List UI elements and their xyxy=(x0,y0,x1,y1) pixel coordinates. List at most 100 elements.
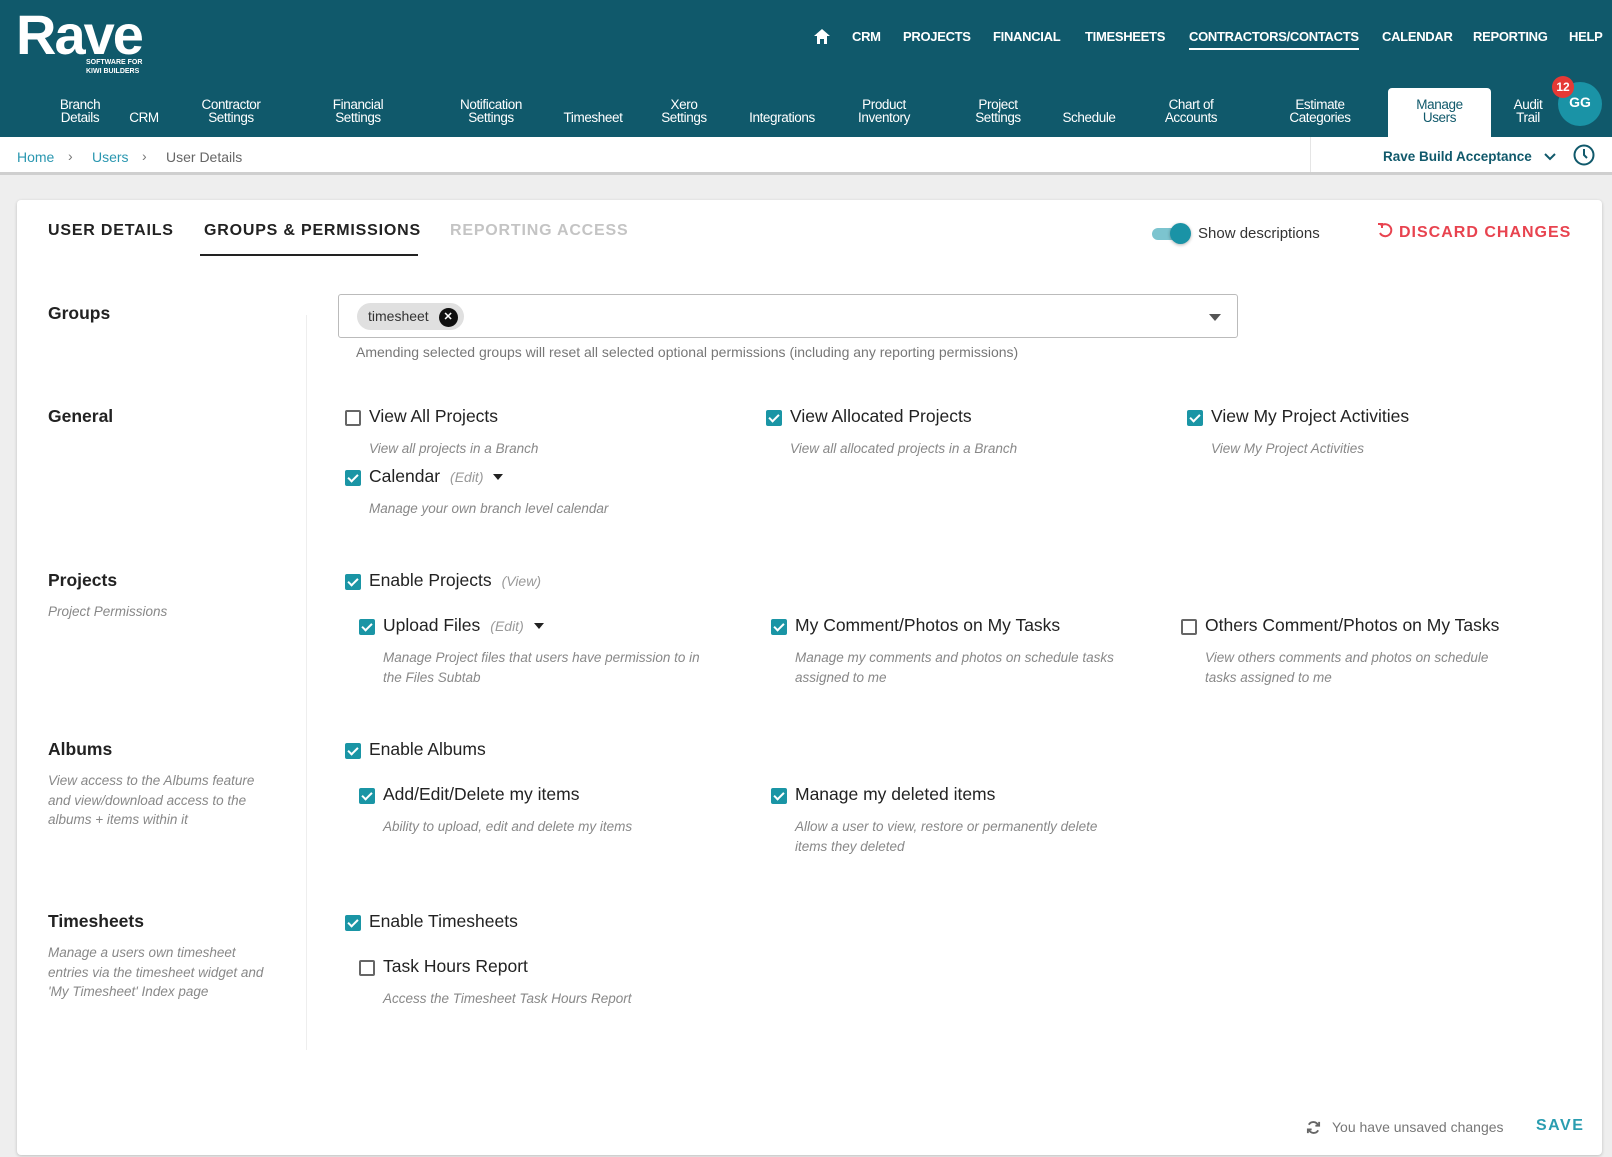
tab-user-details[interactable]: USER DETAILS xyxy=(48,222,174,240)
breadcrumb-separator: › xyxy=(142,148,147,164)
tab-groups-permissions[interactable]: GROUPS & PERMISSIONS xyxy=(204,222,421,240)
dropdown-arrow-icon[interactable] xyxy=(1209,314,1221,321)
branch-selector[interactable]: Rave Build Acceptance xyxy=(1383,149,1556,164)
undo-icon xyxy=(1378,223,1393,238)
topnav-calendar[interactable]: CALENDAR xyxy=(1382,29,1453,44)
section-albums-title: Albums xyxy=(48,739,113,759)
subnav-contractor-settings[interactable]: Contractor Settings xyxy=(193,98,269,125)
permission-description: Manage your own branch level calendar xyxy=(369,501,609,516)
topnav-timesheets[interactable]: TIMESHEETS xyxy=(1085,29,1165,44)
permission-label: Enable Projects xyxy=(369,570,492,590)
task-hours-permission: Task Hours Report xyxy=(383,956,528,977)
subnav-financial-settings[interactable]: Financial Settings xyxy=(322,98,394,125)
discard-label: DISCARD CHANGES xyxy=(1399,224,1572,241)
tab-reporting-access[interactable]: REPORTING ACCESS xyxy=(450,222,628,240)
branch-name: Rave Build Acceptance xyxy=(1383,149,1532,164)
view-all-checkbox[interactable] xyxy=(345,410,361,426)
enable-checkbox[interactable] xyxy=(345,574,361,590)
logo-tagline: SOFTWARE FOR KIWI BUILDERS xyxy=(86,59,143,75)
column-divider xyxy=(306,315,307,1050)
chip-remove-icon[interactable]: ✕ xyxy=(438,308,458,327)
subnav-product-inventory[interactable]: Product Inventory xyxy=(848,98,920,125)
subnav-crm[interactable]: CRM xyxy=(124,98,164,125)
calendar-checkbox[interactable] xyxy=(345,470,361,486)
subnav-schedule[interactable]: Schedule xyxy=(1054,98,1124,125)
topnav-reporting[interactable]: REPORTING xyxy=(1473,29,1548,44)
permission-hint[interactable]: (View) xyxy=(502,573,541,589)
subnav-manage-users[interactable]: Manage Users xyxy=(1388,88,1491,137)
enable-checkbox[interactable] xyxy=(345,915,361,931)
permission-label: My Comment/Photos on My Tasks xyxy=(795,615,1061,635)
discard-changes-button[interactable]: DISCARD CHANGES xyxy=(1377,223,1571,242)
topnav-projects[interactable]: PROJECTS xyxy=(903,29,971,44)
breadcrumb-home[interactable]: Home xyxy=(17,149,54,165)
notification-badge[interactable]: 12 xyxy=(1552,76,1574,98)
deleted-permission: Manage my deleted items xyxy=(795,784,995,805)
home-icon[interactable] xyxy=(813,28,831,45)
permission-dropdown-caret-icon[interactable] xyxy=(533,623,544,630)
subnav-label: Settings xyxy=(208,110,254,125)
section-timesheets-description: Manage a users own timesheet entries via… xyxy=(48,945,264,999)
permission-dropdown-caret-icon[interactable] xyxy=(493,474,504,481)
section-timesheets-title: Timesheets xyxy=(48,911,144,931)
permission-description: View others comments and photos on sched… xyxy=(1205,650,1489,685)
view-activities-checkbox[interactable] xyxy=(1187,410,1203,426)
history-clock-icon[interactable] xyxy=(1572,143,1596,167)
view-activities-permission: View My Project Activities xyxy=(1211,406,1409,427)
permission-description: Access the Timesheet Task Hours Report xyxy=(383,991,632,1006)
show-descriptions-toggle[interactable] xyxy=(1152,223,1191,244)
breadcrumb-bar: Home › Users › User Details Rave Build A… xyxy=(0,137,1612,175)
subnav-label: Settings xyxy=(335,110,381,125)
subnav-label: Schedule xyxy=(1062,110,1116,125)
sync-icon xyxy=(1306,1121,1321,1134)
permission-description: View My Project Activities xyxy=(1211,441,1365,456)
subnav-label: Accounts xyxy=(1164,110,1218,125)
section-albums-description: View access to the Albums feature and vi… xyxy=(48,773,255,827)
section-projects-description: Project Permissions xyxy=(48,604,168,619)
subnav-label: Integrations xyxy=(749,110,815,125)
topnav-crm[interactable]: CRM xyxy=(852,29,881,44)
topnav-help[interactable]: HELP xyxy=(1569,29,1603,44)
permission-label: Enable Albums xyxy=(369,739,486,759)
topnav-contractors-contacts[interactable]: CONTRACTORS/CONTACTS xyxy=(1189,29,1359,50)
topnav-financial[interactable]: FINANCIAL xyxy=(993,29,1061,44)
others-comments-checkbox[interactable] xyxy=(1181,619,1197,635)
chip-label: timesheet xyxy=(368,308,429,324)
deleted-checkbox[interactable] xyxy=(771,788,787,804)
subnav-label: CRM xyxy=(129,110,159,125)
subnav-estimate-categories[interactable]: Estimate Categories xyxy=(1280,98,1360,125)
task-hours-checkbox[interactable] xyxy=(359,960,375,976)
my-comments-permission: My Comment/Photos on My Tasks xyxy=(795,615,1060,636)
upload-permission: Upload Files (Edit) xyxy=(383,615,544,636)
subnav-label: Categories xyxy=(1289,110,1351,125)
permission-hint[interactable]: (Edit) xyxy=(450,469,483,485)
subnav-xero-settings[interactable]: Xero Settings xyxy=(652,98,716,125)
subnav-integrations[interactable]: Integrations xyxy=(736,98,828,125)
subnav-chart-of-accounts[interactable]: Chart of Accounts xyxy=(1152,98,1230,125)
enable-checkbox[interactable] xyxy=(345,743,361,759)
subnav-notification-settings[interactable]: Notification Settings xyxy=(445,98,537,125)
permission-label: View My Project Activities xyxy=(1211,406,1410,426)
permission-hint[interactable]: (Edit) xyxy=(490,618,523,634)
subnav-project-settings[interactable]: Project Settings xyxy=(965,98,1031,125)
permission-description: Allow a user to view, restore or permane… xyxy=(795,819,1098,854)
groups-select[interactable]: timesheet ✕ xyxy=(338,294,1238,338)
permission-label: Enable Timesheets xyxy=(369,911,518,931)
permission-label: View Allocated Projects xyxy=(790,406,972,426)
chevron-down-icon xyxy=(1543,153,1556,161)
subnav-audit-trail[interactable]: Audit Trail xyxy=(1508,98,1548,125)
subnav-timesheet[interactable]: Timesheet xyxy=(558,98,628,125)
view-allocated-checkbox[interactable] xyxy=(766,410,782,426)
breadcrumb-separator: › xyxy=(68,148,73,164)
breadcrumb-users[interactable]: Users xyxy=(92,149,129,165)
save-button[interactable]: SAVE xyxy=(1536,1117,1584,1135)
add-edit-checkbox[interactable] xyxy=(359,788,375,804)
permission-label: Manage my deleted items xyxy=(795,784,996,804)
upload-checkbox[interactable] xyxy=(359,619,375,635)
subnav-branch-details[interactable]: Branch Details xyxy=(46,98,114,125)
my-comments-checkbox[interactable] xyxy=(771,619,787,635)
subnav-label: Details xyxy=(60,110,100,125)
enable-permission: Enable Albums xyxy=(369,739,486,760)
permission-label: Others Comment/Photos on My Tasks xyxy=(1205,615,1500,635)
breadcrumb-current: User Details xyxy=(166,149,243,165)
